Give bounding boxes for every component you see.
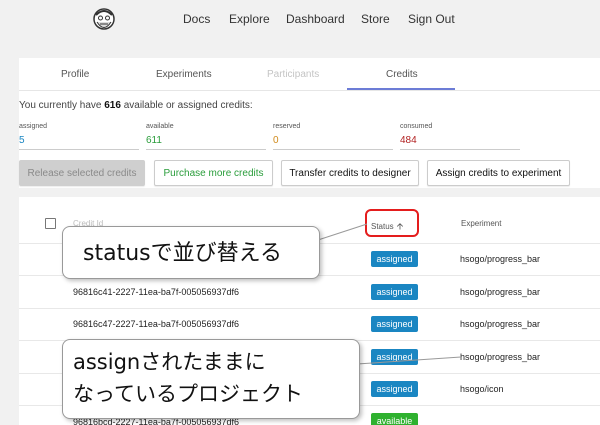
assign-credits-button[interactable]: Assign credits to experiment xyxy=(427,160,570,186)
stat-consumed-label: consumed xyxy=(400,123,433,130)
credits-summary-prefix: You currently have xyxy=(19,100,105,111)
select-all-checkbox[interactable] xyxy=(45,218,56,229)
nav-sign-out[interactable]: Sign Out xyxy=(408,12,455,26)
status-badge: assigned xyxy=(371,251,418,267)
nav-store[interactable]: Store xyxy=(361,12,390,26)
tab-credits[interactable]: Credits xyxy=(386,69,418,80)
release-credits-button: Release selected credits xyxy=(19,160,145,186)
tab-participants: Participants xyxy=(267,69,320,80)
status-badge: available xyxy=(371,413,418,425)
assigned-annotation: assignされたままに なっているプロジェクト xyxy=(62,339,360,419)
stat-assigned-value: 5 xyxy=(19,135,25,146)
experiment-cell: hsogo/icon xyxy=(460,384,504,394)
experiment-cell: hsogo/progress_bar xyxy=(460,254,541,264)
stat-divider xyxy=(400,149,520,150)
active-tab-indicator xyxy=(347,88,455,90)
stat-reserved-label: reserved xyxy=(273,123,301,130)
stat-assigned-label: assigned xyxy=(19,123,48,130)
nav-dashboard[interactable]: Dashboard xyxy=(286,12,345,26)
sort-annotation-text: statusで並び替える xyxy=(83,241,282,266)
stat-reserved-value: 0 xyxy=(273,135,279,146)
status-badge: assigned xyxy=(371,381,418,397)
stat-divider xyxy=(19,149,139,150)
status-badge: assigned xyxy=(371,284,418,300)
stat-consumed-value: 484 xyxy=(400,135,417,146)
logo-icon[interactable] xyxy=(90,6,118,34)
experiment-cell: hsogo/progress_bar xyxy=(460,287,541,297)
stat-available-value: 611 xyxy=(146,135,162,146)
assigned-annotation-line1: assignされたままに xyxy=(73,350,266,374)
tab-experiments[interactable]: Experiments xyxy=(156,69,212,80)
sort-annotation: statusで並び替える xyxy=(62,226,320,279)
nav-docs[interactable]: Docs xyxy=(183,12,210,26)
transfer-credits-button[interactable]: Transfer credits to designer xyxy=(281,160,419,186)
credit-id-cell: 96816c41-2227-11ea-ba7f-005056937df6 xyxy=(73,287,239,297)
status-badge: assigned xyxy=(371,349,418,365)
row-divider xyxy=(19,308,600,309)
experiment-cell: hsogo/progress_bar xyxy=(460,352,541,362)
status-badge: assigned xyxy=(371,316,418,332)
tabs-divider xyxy=(19,90,600,91)
assigned-annotation-line2: なっているプロジェクト xyxy=(73,382,303,406)
top-navbar: Docs Explore Dashboard Store Sign Out xyxy=(0,0,600,40)
stat-available-label: available xyxy=(146,123,174,130)
experiment-header[interactable]: Experiment xyxy=(461,219,501,228)
stat-divider xyxy=(146,149,266,150)
credits-summary-count: 616 xyxy=(104,100,121,111)
stat-divider xyxy=(273,149,393,150)
credit-id-cell: 96816c47-2227-11ea-ba7f-005056937df6 xyxy=(73,319,239,329)
tab-profile[interactable]: Profile xyxy=(61,69,89,80)
status-highlight-box xyxy=(365,209,419,237)
credits-summary: You currently have 616 available or assi… xyxy=(19,100,253,111)
experiment-cell: hsogo/progress_bar xyxy=(460,319,541,329)
nav-explore[interactable]: Explore xyxy=(229,12,270,26)
purchase-credits-button[interactable]: Purchase more credits xyxy=(154,160,273,186)
credits-summary-suffix: available or assigned credits: xyxy=(120,100,253,111)
